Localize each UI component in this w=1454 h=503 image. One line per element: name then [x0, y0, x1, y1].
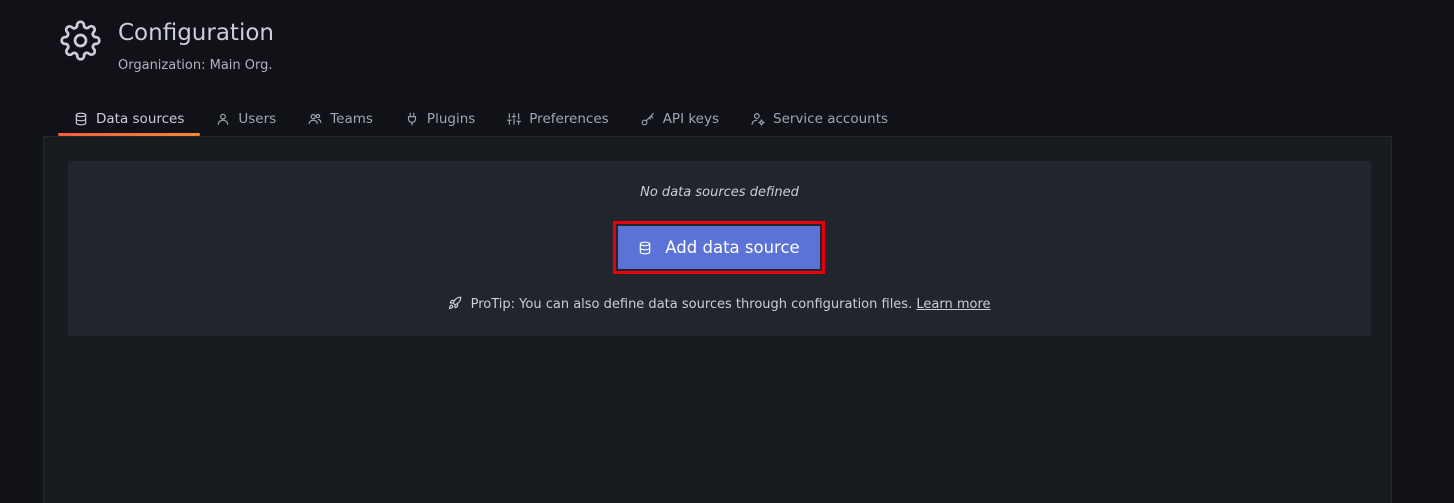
tab-data-sources[interactable]: Data sources	[58, 103, 201, 136]
data-sources-panel: No data sources defined Add data source	[43, 136, 1392, 503]
tab-api-keys[interactable]: API keys	[625, 103, 735, 134]
add-data-source-button[interactable]: Add data source	[618, 226, 820, 269]
tab-label: Preferences	[529, 110, 609, 127]
page-subtitle: Organization: Main Org.	[118, 58, 273, 73]
protip-text: ProTip: You can also define data sources…	[470, 297, 913, 312]
empty-state-title: No data sources defined	[640, 185, 799, 200]
tab-label: Users	[238, 110, 277, 127]
tab-label: Plugins	[426, 110, 476, 127]
tab-users[interactable]: Users	[200, 103, 292, 134]
database-icon	[638, 241, 652, 255]
empty-list-card: No data sources defined Add data source	[68, 161, 1371, 336]
page-title: Configuration	[118, 20, 274, 46]
plug-icon	[405, 112, 419, 126]
config-tabs: Data sources Users Teams Plugins Prefere…	[58, 103, 904, 136]
configuration-page: Configuration Organization: Main Org. Da…	[0, 0, 1454, 503]
user-icon	[216, 112, 230, 126]
user-cog-icon	[751, 112, 765, 126]
tab-label: API keys	[662, 110, 720, 127]
tab-plugins[interactable]: Plugins	[389, 103, 491, 134]
tab-service-accounts[interactable]: Service accounts	[735, 103, 904, 134]
gear-icon	[60, 20, 101, 61]
protip: ProTip: You can also define data sources…	[68, 296, 1371, 312]
tab-label: Service accounts	[773, 110, 889, 127]
tab-label: Data sources	[96, 110, 185, 127]
database-icon	[74, 112, 88, 126]
highlight-frame: Add data source	[613, 221, 825, 274]
add-data-source-label: Add data source	[665, 238, 800, 257]
tab-teams[interactable]: Teams	[292, 103, 389, 134]
tab-preferences[interactable]: Preferences	[491, 103, 624, 134]
users-icon	[308, 112, 322, 126]
rocket-icon	[448, 296, 462, 310]
sliders-icon	[507, 112, 522, 126]
tab-label: Teams	[330, 110, 373, 127]
learn-more-link[interactable]: Learn more	[916, 297, 990, 312]
key-icon	[641, 112, 655, 126]
